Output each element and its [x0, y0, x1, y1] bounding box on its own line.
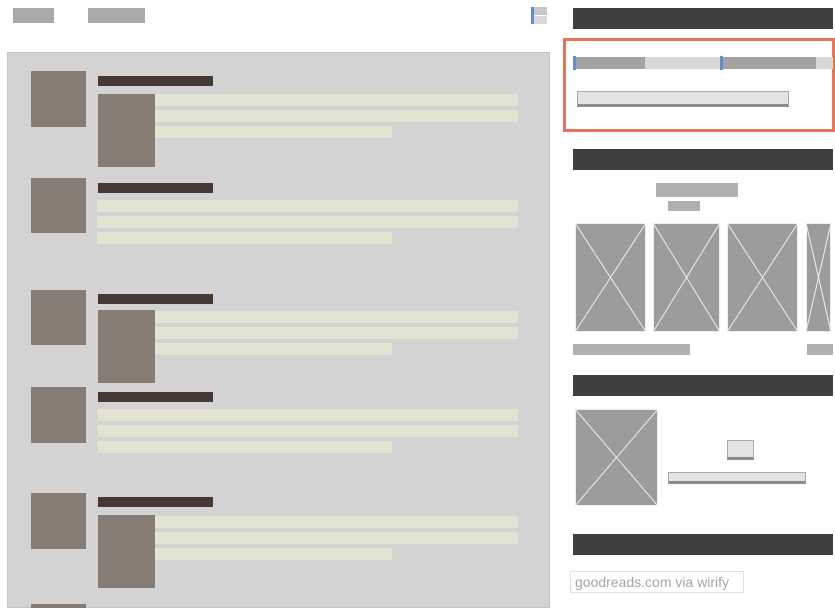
carousel-caption — [573, 344, 690, 355]
avatar[interactable] — [31, 290, 86, 345]
want-to-read-button[interactable] — [668, 472, 806, 484]
rating-button[interactable] — [727, 440, 754, 460]
update-title[interactable] — [98, 76, 213, 86]
avatar[interactable] — [31, 71, 86, 127]
book-cover[interactable] — [98, 515, 155, 588]
section-caption — [668, 201, 700, 211]
avatar[interactable] — [31, 604, 86, 608]
tab-marker — [720, 56, 723, 70]
avatar[interactable] — [31, 387, 86, 443]
text-line — [155, 126, 392, 138]
book-cover-image[interactable] — [806, 223, 831, 332]
text-line — [155, 311, 518, 323]
highlighted-search-panel — [563, 38, 835, 132]
sidebar-header-more — [573, 534, 833, 555]
avatar[interactable] — [31, 493, 86, 549]
book-cover-image[interactable] — [727, 223, 798, 332]
carousel-next[interactable] — [807, 344, 833, 355]
text-line — [97, 441, 392, 453]
text-line — [155, 110, 518, 122]
book-cover[interactable] — [98, 310, 155, 383]
update-title[interactable] — [98, 294, 213, 304]
text-line — [97, 425, 518, 437]
nav-link-home[interactable] — [13, 8, 54, 23]
avatar[interactable] — [31, 178, 86, 233]
book-cover-image[interactable] — [653, 223, 720, 332]
text-line — [155, 327, 518, 339]
update-title[interactable] — [98, 183, 213, 193]
sidebar-header-featured — [573, 375, 833, 396]
tab-books[interactable] — [575, 57, 645, 69]
nav-link-books[interactable] — [88, 8, 145, 23]
book-cover[interactable] — [98, 94, 155, 167]
text-line — [155, 532, 518, 544]
text-line — [97, 200, 518, 212]
text-line — [97, 232, 392, 244]
text-line — [155, 516, 518, 528]
featured-book-image[interactable] — [575, 409, 658, 506]
tab-marker — [573, 56, 576, 70]
text-line — [155, 343, 392, 355]
wirify-credit: goodreads.com via wirify — [570, 571, 744, 593]
tab-people[interactable] — [722, 57, 816, 69]
book-cover-image[interactable] — [575, 223, 646, 332]
sidebar-header-recommendations — [573, 149, 833, 170]
sidebar-header-search — [573, 8, 833, 29]
update-title[interactable] — [98, 497, 213, 507]
layout-icon[interactable] — [531, 7, 547, 24]
text-line — [97, 409, 518, 421]
search-input[interactable] — [577, 91, 789, 107]
text-line — [155, 94, 518, 106]
text-line — [155, 548, 392, 560]
update-title[interactable] — [98, 392, 213, 402]
text-line — [97, 216, 518, 228]
section-subtitle — [656, 183, 738, 197]
